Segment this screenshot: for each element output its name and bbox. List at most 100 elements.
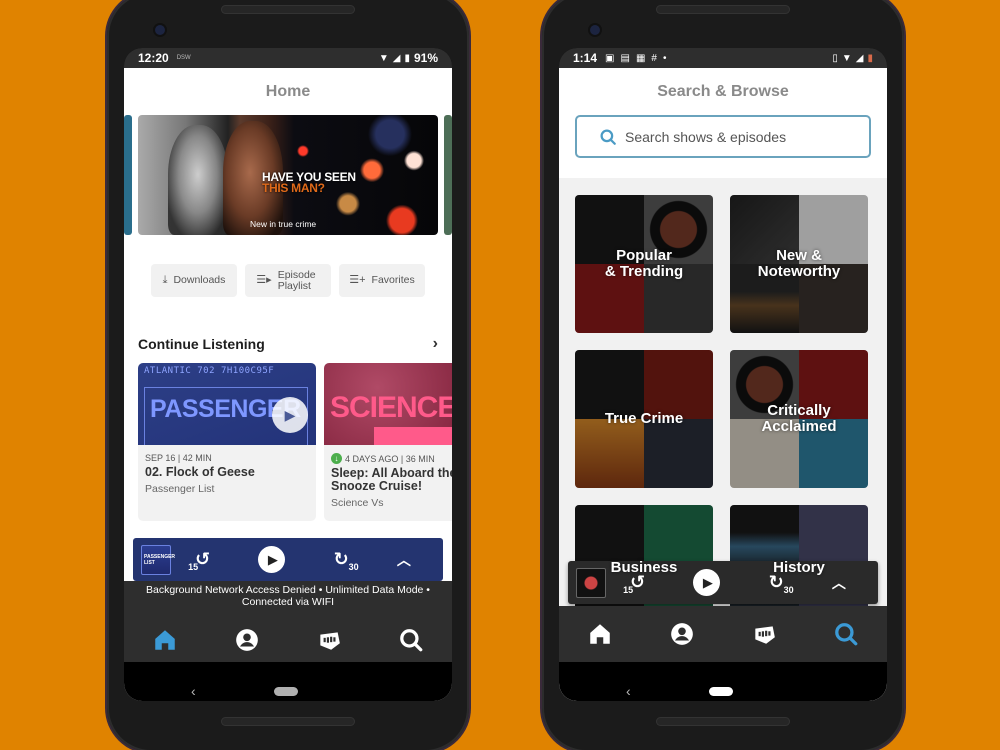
category-label-line2: Acclaimed — [761, 418, 837, 435]
skip-back-button[interactable]: 15 ↺ — [188, 549, 210, 572]
hero-subtitle: New in true crime — [250, 219, 317, 229]
home-icon — [155, 629, 175, 650]
artwork-title: SCIENCE — [330, 391, 452, 424]
front-camera — [155, 25, 165, 35]
wifi-icon: ▼ — [841, 52, 852, 64]
artwork-text: ATLANTIC 702 7H100C95F — [144, 366, 275, 376]
phone-home: 12:20 DSW ▼ ◢ ▮ 91% Home HAVE YOU SEEN T… — [107, 0, 469, 750]
category-true-crime[interactable]: True Crime — [575, 350, 713, 488]
category-label-line2: & Trending — [604, 263, 684, 280]
play-button[interactable]: ▶ — [272, 397, 308, 433]
downloads-label: Downloads — [173, 274, 226, 286]
battery-low-icon: ▮ — [867, 52, 873, 64]
skip-forward-button[interactable]: ↻ 30 — [334, 549, 359, 572]
hero-banner[interactable]: HAVE YOU SEEN THIS MAN? New in true crim… — [138, 115, 438, 235]
episode-meta: SEP 16 | 42 MIN — [145, 453, 212, 463]
episode-meta: ↓ 4 DAYS AGO | 36 MIN — [331, 453, 452, 464]
status-bar: 12:20 DSW ▼ ◢ ▮ 91% — [124, 48, 452, 68]
news-notification-icon: ▤ — [620, 52, 630, 64]
hero-carousel[interactable]: HAVE YOU SEEN THIS MAN? New in true crim… — [124, 115, 452, 240]
hero-prev-peek[interactable] — [124, 115, 132, 235]
screen-search: 1:14 ▣ ▤ ▦ # • ▯ ▼ ◢ ▮ Search & Browse S… — [559, 48, 887, 701]
system-nav-bar: ‹ — [559, 662, 887, 701]
favorites-button[interactable]: ☰+ Favorites — [339, 264, 425, 297]
vibrate-icon: ▯ — [832, 52, 838, 64]
play-button[interactable]: ▶ — [258, 546, 286, 573]
earpiece-speaker — [221, 5, 355, 14]
earpiece-speaker — [656, 5, 790, 14]
downloads-button[interactable]: ⤓ Downloads — [151, 264, 237, 297]
hero-headline-line2: THIS MAN? — [262, 181, 325, 195]
app-body: Home HAVE YOU SEEN THIS MAN? New in true… — [124, 68, 452, 701]
shows-icon — [320, 631, 340, 650]
search-input[interactable] — [625, 128, 825, 145]
bottom-speaker — [656, 717, 790, 726]
play-icon: ▶ — [284, 406, 296, 423]
status-bar: 1:14 ▣ ▤ ▦ # • ▯ ▼ ◢ ▮ — [559, 48, 887, 68]
home-pill[interactable] — [709, 686, 733, 696]
search-field[interactable] — [575, 115, 871, 158]
episode-card[interactable]: SCIENCE ↓ 4 DAYS AGO | 36 MIN Sleep: All… — [324, 363, 452, 521]
episode-card-body: ↓ 4 DAYS AGO | 36 MIN Sleep: All Aboard … — [324, 445, 452, 517]
category-business[interactable]: Business — [575, 505, 713, 643]
category-label-line1: History — [773, 559, 825, 576]
front-camera — [590, 25, 600, 35]
chevron-right-icon[interactable]: › — [433, 335, 438, 353]
category-label-line1: New & — [776, 247, 822, 264]
hero-next-peek[interactable] — [444, 115, 452, 235]
category-label-line1: Popular — [616, 247, 672, 264]
home-pill[interactable] — [274, 686, 298, 696]
app-body: Search & Browse Popular& Trending — [559, 68, 887, 701]
playlist-icon: ☰▸ — [256, 274, 272, 286]
hero-headline: HAVE YOU SEEN THIS MAN? — [262, 171, 356, 195]
status-time: 1:14 — [573, 51, 598, 65]
episode-title: 02. Flock of Geese — [145, 465, 255, 479]
play-icon: ▶ — [267, 551, 278, 567]
slack-notification-icon: # — [651, 52, 657, 64]
system-nav-bar: ‹ — [124, 662, 452, 701]
expand-player-icon[interactable]: ︿ — [397, 550, 411, 570]
back-icon[interactable]: ‹ — [626, 683, 631, 699]
now-playing-artwork[interactable]: PASSENGER LIST — [141, 544, 175, 575]
tab-profile[interactable] — [227, 627, 267, 653]
screen-home: 12:20 DSW ▼ ◢ ▮ 91% Home HAVE YOU SEEN T… — [124, 48, 452, 701]
continue-listening-header[interactable]: Continue Listening › — [124, 335, 452, 353]
hero-face-image — [168, 125, 228, 235]
tab-home[interactable] — [145, 627, 185, 653]
category-label: Critically Acclaimed — [730, 350, 868, 488]
category-popular-trending[interactable]: Popular & Trending — [575, 195, 713, 333]
skip-forward-seconds: 30 — [348, 562, 359, 572]
downloaded-icon: ↓ — [331, 453, 342, 464]
category-label: Popular & Trending — [575, 195, 713, 333]
episode-card-body: SEP 16 | 42 MIN 02. Flock of Geese Passe… — [138, 445, 316, 503]
network-status-bar: Background Network Access Denied • Unlim… — [124, 581, 452, 617]
category-label-line1: True Crime — [604, 410, 684, 427]
episode-card[interactable]: ATLANTIC 702 7H100C95F PASSENGER ▶ SEP 1… — [138, 363, 316, 521]
section-title: Continue Listening — [138, 336, 265, 352]
phone-search: 1:14 ▣ ▤ ▦ # • ▯ ▼ ◢ ▮ Search & Browse S… — [542, 0, 904, 750]
category-label-line1: Critically — [767, 402, 831, 419]
episode-playlist-button[interactable]: ☰▸ Episode Playlist — [245, 264, 331, 297]
calendar-notification-icon: ▦ — [635, 52, 646, 64]
episode-playlist-label: Episode Playlist — [277, 268, 316, 292]
category-history[interactable]: History — [730, 505, 868, 643]
episode-title-line2: Snooze Cruise! — [331, 479, 422, 493]
tab-search[interactable] — [391, 627, 431, 653]
back-icon[interactable]: ‹ — [191, 683, 196, 699]
category-critically-acclaimed[interactable]: Critically Acclaimed — [730, 350, 868, 488]
category-label: Business — [575, 505, 713, 643]
tab-shows[interactable] — [309, 627, 349, 653]
favorites-label: Favorites — [371, 274, 415, 286]
category-new-noteworthy[interactable]: New & Noteworthy — [730, 195, 868, 333]
signal-icon: ◢ — [855, 52, 864, 64]
image-notification-icon: ▣ — [605, 52, 615, 64]
status-time: 12:20 — [138, 51, 169, 65]
player-controls: 15 ↺ ▶ ↻ 30 ︿ — [171, 546, 435, 573]
wifi-icon: ▼ — [378, 52, 389, 64]
mini-player[interactable]: PASSENGER LIST 15 ↺ ▶ ↻ 30 ︿ — [133, 538, 443, 581]
profile-icon — [236, 628, 258, 651]
status-carrier: DSW — [176, 55, 191, 61]
signal-icon: ◢ — [392, 52, 401, 64]
category-label-line2: Noteworthy — [757, 263, 841, 280]
category-label: New & Noteworthy — [730, 195, 868, 333]
